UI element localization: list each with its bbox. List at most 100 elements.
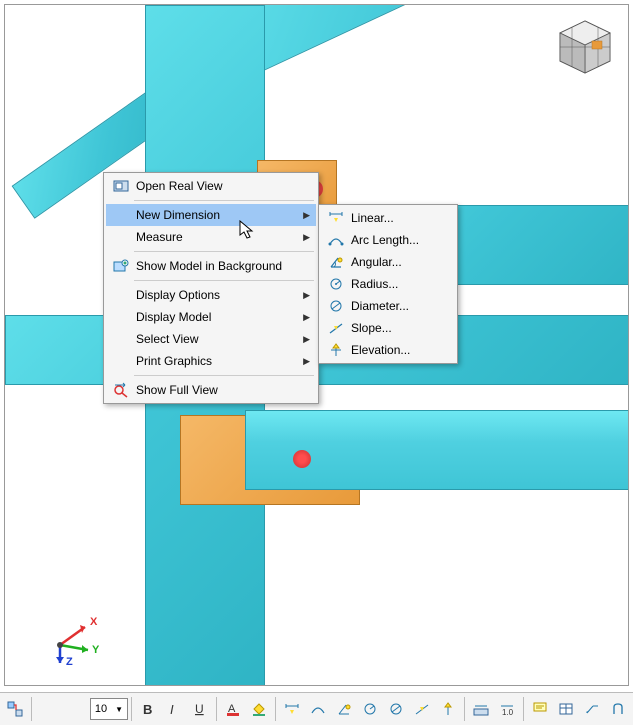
toolbar-separator xyxy=(31,697,32,721)
menu-select-view[interactable]: Select View ▶ xyxy=(106,328,316,350)
menu-label: Linear... xyxy=(351,211,437,225)
radius-button[interactable] xyxy=(357,696,383,722)
menu-separator xyxy=(134,200,314,201)
linear-dimension-button[interactable] xyxy=(279,696,305,722)
view-cube[interactable] xyxy=(554,17,616,79)
submenu-arrow-icon: ▶ xyxy=(303,334,310,345)
menu-new-dimension[interactable]: New Dimension ▶ xyxy=(106,204,316,226)
menu-show-model-bg[interactable]: Show Model in Background xyxy=(106,255,316,277)
submenu-linear[interactable]: Linear... xyxy=(321,207,455,229)
menu-label: Elevation... xyxy=(351,343,437,357)
submenu-elevation[interactable]: Elevation... xyxy=(321,339,455,361)
menu-label: Show Full View xyxy=(136,383,298,397)
blank-icon xyxy=(110,307,132,327)
blank-icon xyxy=(110,329,132,349)
submenu-angular[interactable]: Angular... xyxy=(321,251,455,273)
diameter-button[interactable] xyxy=(383,696,409,722)
submenu-arc-length[interactable]: Arc Length... xyxy=(321,229,455,251)
menu-show-full-view[interactable]: Show Full View xyxy=(106,379,316,401)
toolbar-separator xyxy=(275,697,276,721)
menu-label: Select View xyxy=(136,332,298,346)
table-button[interactable] xyxy=(553,696,579,722)
font-size-select[interactable]: 10 ▼ xyxy=(90,698,128,720)
annotation-button[interactable] xyxy=(527,696,553,722)
blank-icon xyxy=(110,205,132,225)
bottom-toolbar: 10 ▼ B I U A 1.0 xyxy=(0,692,633,725)
menu-display-options[interactable]: Display Options ▶ xyxy=(106,284,316,306)
submenu-radius[interactable]: Radius... xyxy=(321,273,455,295)
elevation-button[interactable] xyxy=(435,696,461,722)
linear-dimension-icon xyxy=(325,208,347,228)
submenu-diameter[interactable]: Diameter... xyxy=(321,295,455,317)
italic-button[interactable]: I xyxy=(161,696,187,722)
menu-label: Measure xyxy=(136,230,298,244)
slope-button[interactable] xyxy=(409,696,435,722)
show-model-icon xyxy=(110,256,132,276)
menu-separator xyxy=(134,280,314,281)
fill-color-button[interactable] xyxy=(246,696,272,722)
viewport-3d[interactable]: X Y Z Open Real View xyxy=(4,4,629,686)
bold-button[interactable]: B xyxy=(135,696,161,722)
menu-display-model[interactable]: Display Model ▶ xyxy=(106,306,316,328)
bolt xyxy=(293,450,311,468)
full-view-icon xyxy=(110,380,132,400)
blank-icon xyxy=(110,285,132,305)
diameter-icon xyxy=(325,296,347,316)
menu-separator xyxy=(134,375,314,376)
elevation-icon xyxy=(325,340,347,360)
menu-open-real-view[interactable]: Open Real View xyxy=(106,175,316,197)
symbol-button[interactable] xyxy=(605,696,631,722)
menu-label: Diameter... xyxy=(351,299,437,313)
toolbar-separator xyxy=(464,697,465,721)
submenu-arrow-icon: ▶ xyxy=(303,312,310,323)
menu-label: Print Graphics xyxy=(136,354,298,368)
menu-measure[interactable]: Measure ▶ xyxy=(106,226,316,248)
dimension-units-button[interactable]: 1.0 xyxy=(494,696,520,722)
blank-icon xyxy=(110,227,132,247)
toolbar-separator xyxy=(131,697,132,721)
menu-label: Display Model xyxy=(136,310,298,324)
arc-length-button[interactable] xyxy=(305,696,331,722)
dropdown-arrow-icon: ▼ xyxy=(115,705,123,714)
angular-icon xyxy=(325,252,347,272)
submenu-arrow-icon: ▶ xyxy=(303,232,310,243)
menu-label: Slope... xyxy=(351,321,437,335)
toolbar-separator xyxy=(523,697,524,721)
svg-text:B: B xyxy=(143,702,152,717)
menu-print-graphics[interactable]: Print Graphics ▶ xyxy=(106,350,316,372)
axis-x-label: X xyxy=(90,616,98,628)
menu-label: Arc Length... xyxy=(351,233,437,247)
submenu-arrow-icon: ▶ xyxy=(303,290,310,301)
font-size-value: 10 xyxy=(95,703,107,715)
menu-label: Angular... xyxy=(351,255,437,269)
submenu-arrow-icon: ▶ xyxy=(303,356,310,367)
leader-button[interactable] xyxy=(579,696,605,722)
real-view-icon xyxy=(110,176,132,196)
menu-label: New Dimension xyxy=(136,208,298,222)
menu-label: Radius... xyxy=(351,277,437,291)
axis-y-label: Y xyxy=(92,644,100,656)
dimension-submenu: Linear... Arc Length... Angular... Radiu… xyxy=(318,204,458,364)
submenu-slope[interactable]: Slope... xyxy=(321,317,455,339)
menu-label: Show Model in Background xyxy=(136,259,298,273)
view-toggle-button[interactable] xyxy=(2,696,28,722)
text-color-button[interactable]: A xyxy=(220,696,246,722)
angular-button[interactable] xyxy=(331,696,357,722)
svg-text:1.0: 1.0 xyxy=(502,708,514,717)
menu-label: Display Options xyxy=(136,288,298,302)
toolbar-separator xyxy=(216,697,217,721)
underline-button[interactable]: U xyxy=(187,696,213,722)
submenu-arrow-icon: ▶ xyxy=(303,210,310,221)
slope-icon xyxy=(325,318,347,338)
svg-text:U: U xyxy=(195,702,204,716)
arc-length-icon xyxy=(325,230,347,250)
radius-icon xyxy=(325,274,347,294)
svg-text:I: I xyxy=(170,702,174,717)
axis-z-label: Z xyxy=(66,656,73,665)
context-menu: Open Real View New Dimension ▶ Measure ▶… xyxy=(103,172,319,404)
menu-separator xyxy=(134,251,314,252)
blank-icon xyxy=(110,351,132,371)
axis-triad[interactable]: X Y Z xyxy=(40,595,110,665)
dimension-settings-button[interactable] xyxy=(468,696,494,722)
menu-label: Open Real View xyxy=(136,179,298,193)
